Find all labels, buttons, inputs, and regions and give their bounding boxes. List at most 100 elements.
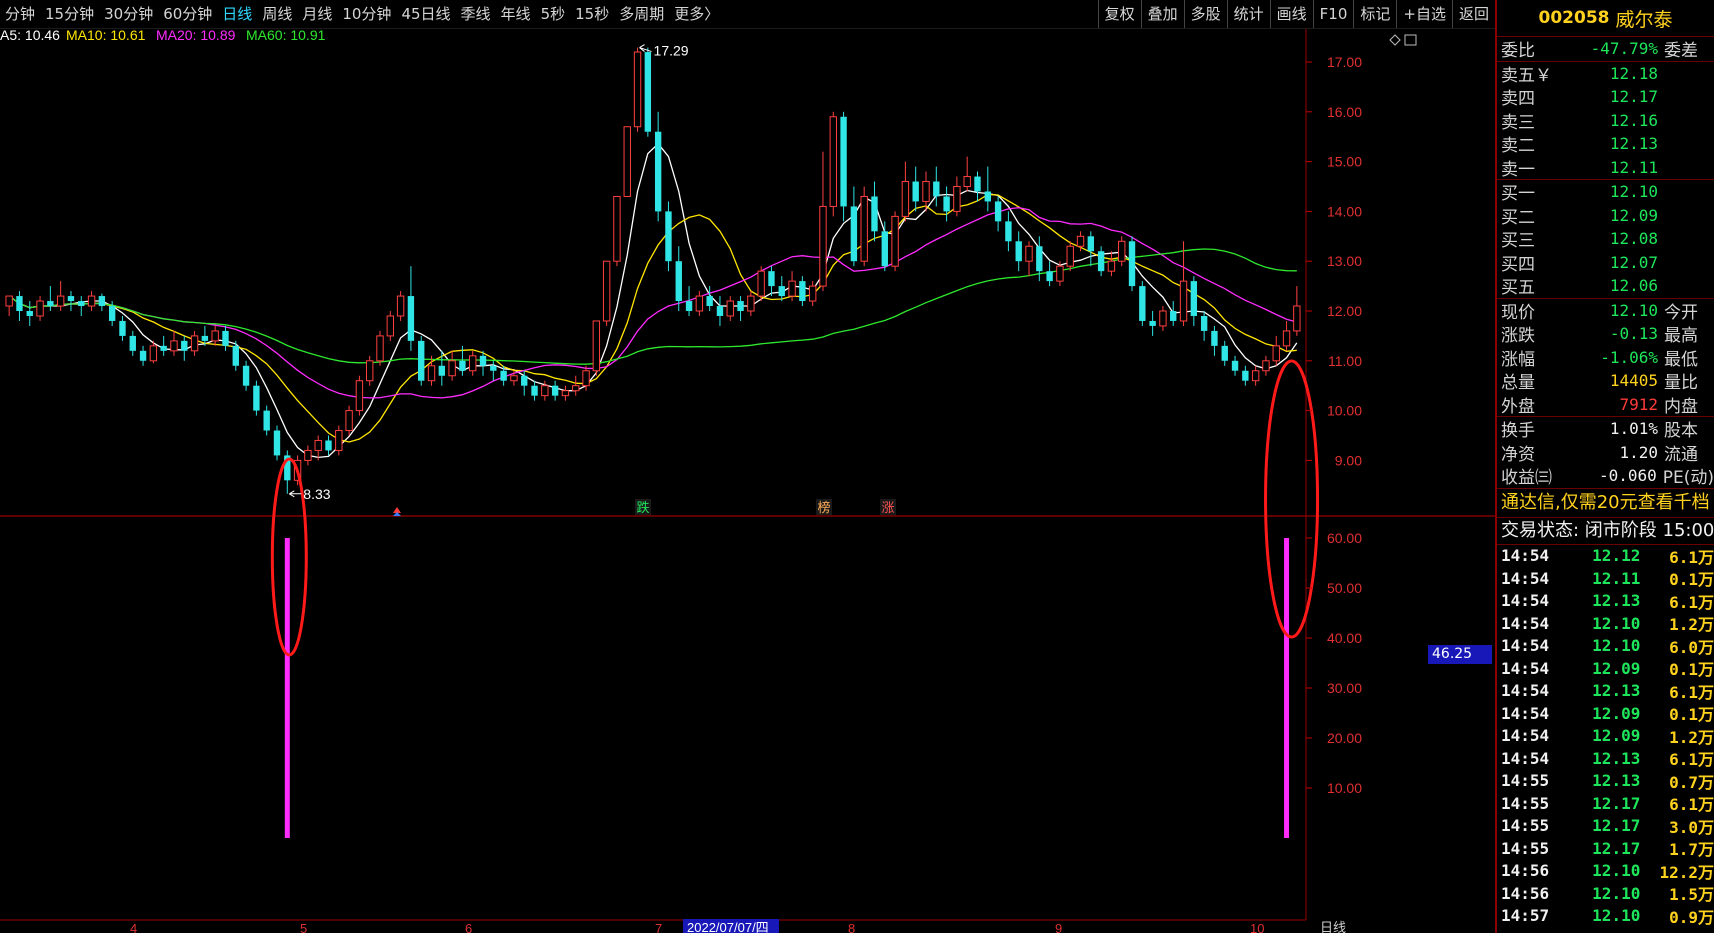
candle-body bbox=[510, 375, 518, 382]
period-tab[interactable]: 日线 bbox=[217, 0, 257, 28]
panel-row: 买四 12.07 bbox=[1497, 251, 1714, 275]
period-tab[interactable]: 季线 bbox=[456, 0, 496, 28]
candle-body bbox=[1262, 360, 1270, 372]
candle bbox=[716, 296, 724, 326]
candle-body bbox=[1046, 271, 1053, 282]
panel-row: 买一 12.10 bbox=[1497, 180, 1714, 204]
tool-button[interactable]: 统计 bbox=[1226, 0, 1270, 28]
tool-button[interactable]: 复权 bbox=[1097, 0, 1141, 28]
tool-button[interactable]: 叠加 bbox=[1140, 0, 1184, 28]
row-label: 总量 bbox=[1501, 373, 1535, 394]
price-axis-label: 17.00 bbox=[1327, 54, 1362, 70]
candle bbox=[448, 350, 456, 381]
period-tab[interactable]: 45日线 bbox=[396, 0, 455, 28]
candle bbox=[1211, 325, 1218, 356]
row-label2: 今开 bbox=[1664, 302, 1698, 323]
period-toolbar: 分钟 15分钟 30分钟 60分钟 日线 周线 月线 10分钟 45日线 季线 年线 5秒 15秒 多周期… bbox=[0, 0, 1495, 29]
candle bbox=[355, 375, 364, 416]
period-tab[interactable]: 15分钟 bbox=[40, 0, 99, 28]
candle-body bbox=[16, 296, 23, 311]
tick-price: 12.13 bbox=[1592, 681, 1641, 701]
candle bbox=[67, 291, 75, 311]
tick-time: 14:54 bbox=[1501, 726, 1550, 746]
tick-volume: 1.7万 bbox=[1669, 840, 1714, 860]
price-axis-label: 11.00 bbox=[1328, 353, 1362, 369]
candle bbox=[695, 291, 704, 316]
low-label: 8.33 bbox=[303, 486, 330, 502]
candle-body bbox=[933, 181, 940, 197]
candle bbox=[181, 335, 188, 361]
candle bbox=[36, 296, 44, 321]
month-label: 6 bbox=[465, 921, 472, 933]
candle-body bbox=[561, 390, 570, 397]
candle bbox=[943, 186, 950, 222]
high-label: 17.29 bbox=[654, 43, 689, 59]
period-tab[interactable]: 60分钟 bbox=[158, 0, 217, 28]
tool-button[interactable]: 多股 bbox=[1183, 0, 1227, 28]
month-label: 10 bbox=[1250, 921, 1264, 933]
period-tab[interactable]: 周线 bbox=[257, 0, 297, 28]
period-tab[interactable]: 更多〉 bbox=[669, 0, 724, 28]
candle-body bbox=[448, 360, 456, 377]
candle bbox=[665, 201, 672, 272]
candle-body bbox=[459, 360, 466, 371]
period-tab[interactable]: 年线 bbox=[496, 0, 536, 28]
period-tab[interactable]: 15秒 bbox=[570, 0, 614, 28]
candle bbox=[139, 345, 147, 366]
tick-volume: 6.1万 bbox=[1669, 547, 1714, 567]
kline-chart[interactable]: 17.00 16.00 15.00 14.00 13.00 12.00 11.00 10.00… bbox=[0, 0, 1495, 933]
candle bbox=[963, 156, 971, 192]
quote-panel: 002058 威尔泰 委比 -47.79% 委差 卖五￥ 12.18 卖四 12.17… bbox=[1495, 0, 1714, 933]
row-value: -0.13 bbox=[1609, 324, 1658, 344]
stock-header[interactable]: 002058 威尔泰 bbox=[1497, 0, 1714, 37]
candle bbox=[840, 111, 847, 222]
tool-button[interactable]: 返回 bbox=[1451, 0, 1495, 28]
candle-body bbox=[840, 116, 847, 207]
sub-axis-label: 50.00 bbox=[1327, 580, 1362, 596]
period-tabs: 分钟 15分钟 30分钟 60分钟 日线 周线 月线 10分钟 45日线 季线 年线 5秒 15秒 多周期… bbox=[0, 0, 724, 28]
tick-list[interactable]: 14:54 12.12 6.1万 14:54 12.11 0.1万 14:54 12.13 6.… bbox=[1497, 545, 1714, 928]
sub-axis-label: 60.00 bbox=[1327, 530, 1362, 546]
row-value: 12.07 bbox=[1609, 252, 1658, 272]
candle-body bbox=[56, 295, 65, 307]
tick-price: 12.17 bbox=[1592, 793, 1641, 813]
candle-body bbox=[201, 335, 209, 341]
period-tab[interactable]: 分钟 bbox=[0, 0, 40, 28]
period-tab[interactable]: 30分钟 bbox=[99, 0, 158, 28]
candle-body bbox=[87, 295, 96, 307]
sub-axis-label: 20.00 bbox=[1327, 730, 1362, 746]
candle-body bbox=[1097, 251, 1105, 272]
panel-row: 涨跌 -0.13 最高 bbox=[1497, 322, 1714, 346]
candle-body bbox=[1282, 330, 1291, 347]
candle-body bbox=[1066, 245, 1074, 267]
tick-row: 14:56 12.10 1.5万 bbox=[1497, 882, 1714, 905]
candle bbox=[860, 186, 868, 267]
tick-row: 14:54 12.10 1.2万 bbox=[1497, 612, 1714, 635]
period-tab[interactable]: 月线 bbox=[297, 0, 337, 28]
tool-button[interactable]: F10 bbox=[1312, 0, 1354, 28]
candle-body bbox=[644, 52, 652, 132]
tick-time: 14:54 bbox=[1501, 613, 1550, 633]
period-tab[interactable]: 5秒 bbox=[536, 0, 571, 28]
tool-button[interactable]: 标记 bbox=[1353, 0, 1396, 28]
candle bbox=[1149, 311, 1156, 336]
candle bbox=[1179, 241, 1188, 326]
candle-body bbox=[170, 340, 178, 352]
period-tab[interactable]: 多周期 bbox=[614, 0, 669, 28]
diamond-icon bbox=[1389, 34, 1401, 46]
candle-body bbox=[943, 196, 950, 212]
row-label: 外盘 bbox=[1501, 396, 1535, 417]
candle-body bbox=[1251, 370, 1260, 382]
period-tab[interactable]: 10分钟 bbox=[337, 0, 396, 28]
candle-body bbox=[1170, 311, 1177, 321]
tick-volume: 1.5万 bbox=[1669, 885, 1714, 905]
tool-button[interactable]: +自选 bbox=[1396, 0, 1452, 28]
promo-banner[interactable]: 通达信,仅需20元查看千档 bbox=[1497, 487, 1714, 517]
tool-button[interactable]: 画线 bbox=[1269, 0, 1313, 28]
panel-row: 涨幅 -1.06% 最低 bbox=[1497, 346, 1714, 370]
candle-body bbox=[314, 439, 322, 451]
candle-body bbox=[1005, 221, 1012, 242]
tick-volume: 12.2万 bbox=[1659, 862, 1714, 882]
highlight-ellipse bbox=[1264, 359, 1320, 639]
tick-row: 14:55 12.17 1.7万 bbox=[1497, 837, 1714, 860]
